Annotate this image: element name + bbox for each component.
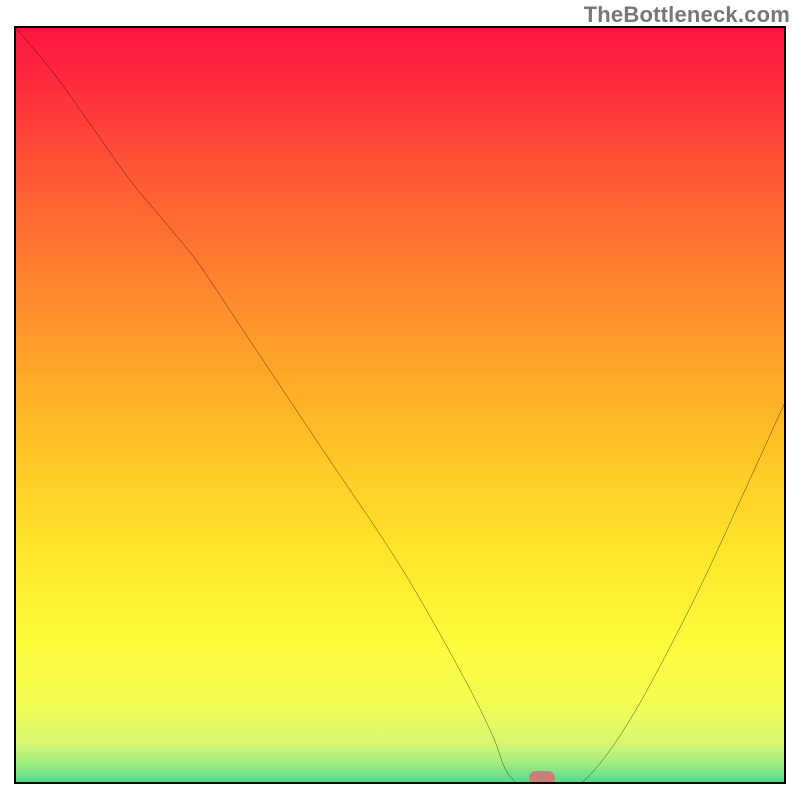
optimal-point-marker: [529, 771, 555, 784]
watermark-text: TheBottleneck.com: [584, 2, 790, 28]
chart-frame: [14, 26, 786, 784]
bottleneck-curve: [16, 28, 784, 784]
